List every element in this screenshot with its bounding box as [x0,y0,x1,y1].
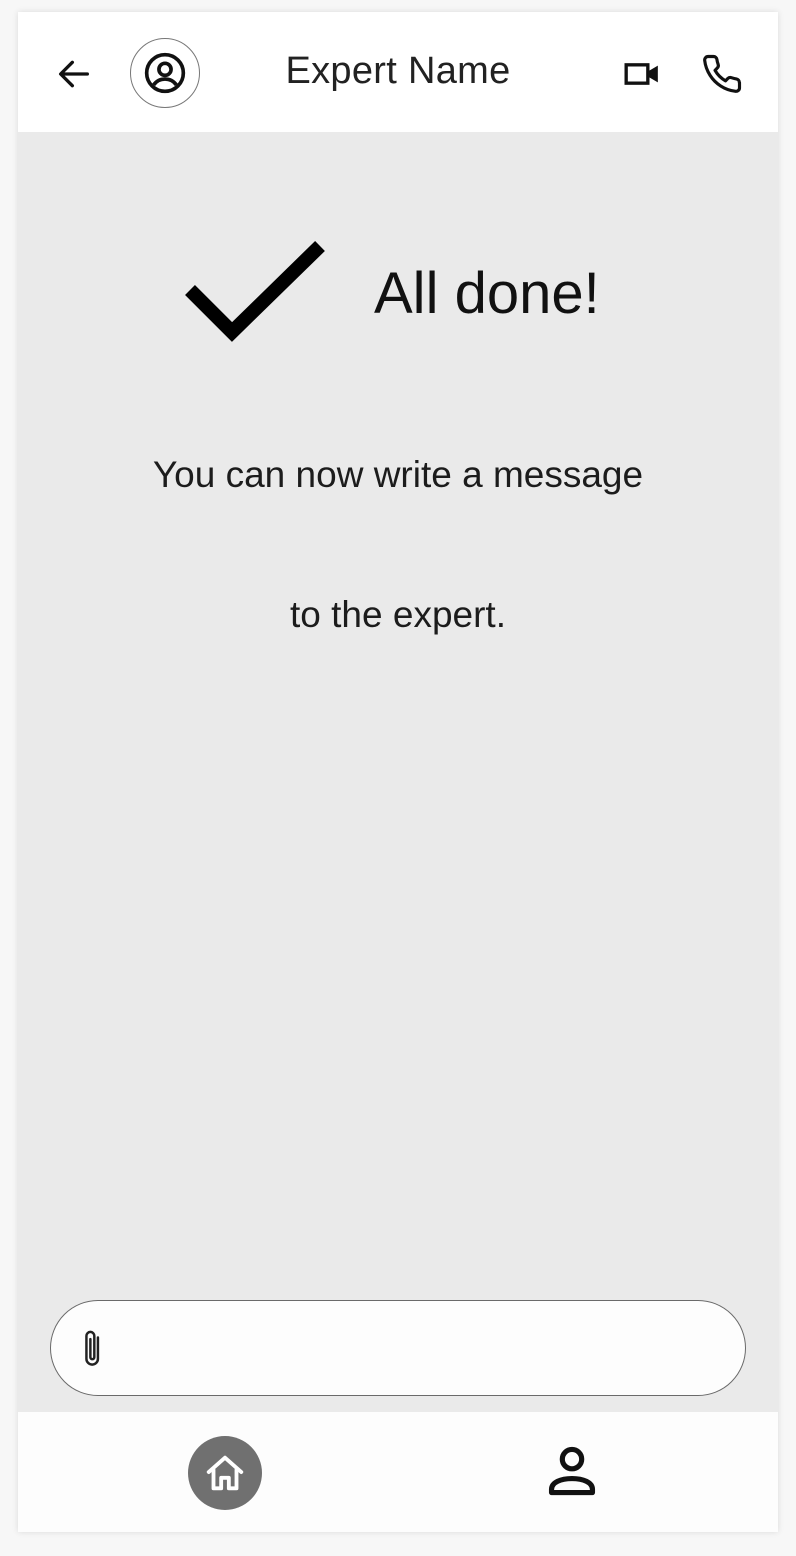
message-input[interactable] [127,1319,715,1379]
video-camera-icon [624,63,658,85]
voice-call-button[interactable] [698,50,746,98]
info-message-line-1: You can now write a message [152,454,644,495]
attach-button[interactable] [73,1325,113,1373]
status-row: All done! [18,222,778,352]
paperclip-icon [85,1330,100,1366]
user-circle-icon [144,52,186,94]
phone-icon [703,54,742,93]
user-icon [548,1446,596,1496]
checkmark-icon [185,240,325,342]
nav-home-button[interactable] [188,1436,262,1510]
app-header: Expert Name [18,12,778,132]
status-title: All done! [374,261,600,326]
home-icon [206,1455,244,1491]
info-message-line-2: to the expert. [290,594,506,635]
message-composer [50,1300,746,1396]
chat-screen: Expert Name All done! You can now write … [18,12,778,1532]
expert-name-title: Expert Name [285,50,511,92]
video-call-button[interactable] [618,52,666,96]
back-button[interactable] [52,52,96,96]
arrow-left-icon [59,60,90,88]
bottom-navigation [18,1412,778,1532]
nav-profile-button[interactable] [542,1438,602,1504]
expert-avatar-button[interactable] [130,38,200,108]
